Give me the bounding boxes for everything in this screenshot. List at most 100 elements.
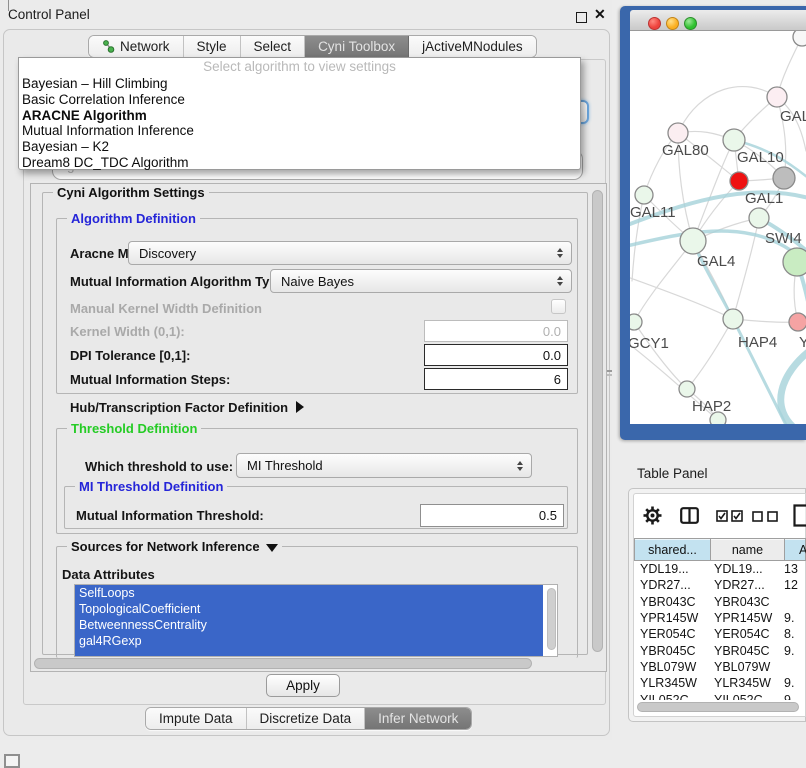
attribute-item-topologicalcoefficient[interactable]: TopologicalCoefficient — [75, 601, 543, 617]
network-edge[interactable] — [634, 322, 687, 389]
table-panel-title: Table Panel — [637, 466, 708, 481]
close-icon[interactable]: ✕ — [594, 6, 606, 23]
mi-steps-field[interactable]: 6 — [424, 368, 568, 390]
list-scrollbar[interactable] — [547, 588, 556, 650]
node-gal80[interactable] — [668, 123, 688, 143]
settings-vertical-scrollbar[interactable] — [592, 190, 603, 652]
aracne-mode-combo[interactable]: Discovery — [128, 241, 572, 265]
algorithm-dropdown-popup: Select algorithm to view settings Bayesi… — [18, 57, 581, 170]
table-cell: 12 — [784, 578, 806, 592]
attribute-item-betweennesscentrality[interactable]: BetweennessCentrality — [75, 617, 543, 633]
minimize-traffic-icon[interactable] — [666, 17, 679, 30]
cyni-group-title: Cyni Algorithm Settings — [53, 185, 209, 200]
close-traffic-icon[interactable] — [648, 17, 661, 30]
node-salmon[interactable] — [789, 313, 806, 331]
table-cell: 13 — [784, 562, 806, 576]
node-gal11[interactable] — [635, 186, 653, 204]
float-panel-icon[interactable] — [576, 12, 587, 23]
node-label-swi4: SWI4 — [765, 230, 802, 247]
node-big-green[interactable] — [783, 248, 806, 276]
zoom-traffic-icon[interactable] — [684, 17, 697, 30]
which-threshold-value: MI Threshold — [247, 458, 323, 473]
column-header-name[interactable]: name — [710, 538, 785, 561]
network-icon — [102, 40, 115, 53]
tab-jactivemnodules[interactable]: jActiveMNodules — [409, 36, 536, 57]
table-row[interactable]: YDR27...YDR27...12 — [634, 577, 806, 593]
node-hap2[interactable] — [679, 381, 695, 397]
table-row[interactable]: YBR043CYBR043C — [634, 594, 806, 610]
file-icon[interactable] — [793, 504, 806, 527]
node-gcy1[interactable] — [630, 314, 642, 330]
node-gray[interactable] — [773, 167, 795, 189]
tab-select[interactable]: Select — [241, 36, 306, 57]
column-header-partial[interactable]: A — [784, 538, 806, 561]
unchecked-boxes-icon[interactable] — [752, 511, 779, 522]
network-canvas[interactable]: GALGAL80GAL10GAL1GAL11SWI4GAL4GCY1HAP4YH… — [630, 31, 806, 424]
panel-splitter-handle[interactable] — [606, 369, 613, 377]
data-attributes-list[interactable]: SelfLoopsTopologicalCoefficientBetweenne… — [74, 584, 558, 657]
dpi-tolerance-field[interactable]: 0.0 — [424, 344, 568, 366]
dropdown-item-basic-correlation-inference[interactable]: Basic Correlation Inference — [19, 92, 580, 108]
table-row[interactable]: YDL19...YDL19...13 — [634, 561, 806, 577]
network-window-titlebar[interactable] — [630, 10, 806, 31]
tab-style[interactable]: Style — [184, 36, 241, 57]
dropdown-item-aracne-algorithm[interactable]: ARACNE Algorithm — [19, 108, 580, 124]
table-horizontal-scrollbar[interactable] — [637, 702, 799, 712]
network-edge[interactable] — [634, 241, 693, 322]
node-pink-top[interactable] — [767, 87, 787, 107]
tab-discretize-data[interactable]: Discretize Data — [247, 708, 366, 729]
dropdown-item-dream8-dc-tdc-algorithm[interactable]: Dream8 DC_TDC Algorithm — [19, 155, 580, 171]
tab-cyni-toolbox[interactable]: Cyni Toolbox — [305, 36, 409, 57]
node-hap4[interactable] — [723, 309, 743, 329]
column-header-shared-name[interactable]: shared... — [634, 538, 711, 561]
settings-horizontal-scrollbar[interactable] — [34, 658, 532, 669]
dropdown-item-list: Bayesian – Hill ClimbingBasic Correlatio… — [19, 76, 580, 171]
manual-kernel-checkbox[interactable] — [551, 299, 566, 314]
apply-button[interactable]: Apply — [266, 674, 340, 697]
dropdown-item-bayesian-k2[interactable]: Bayesian – K2 — [19, 139, 580, 155]
sources-title-text: Sources for Network Inference — [71, 539, 260, 554]
hub-section-toggle[interactable]: Hub/Transcription Factor Definition — [70, 400, 304, 415]
dropdown-item-mutual-information-inference[interactable]: Mutual Information Inference — [19, 123, 580, 139]
checked-boxes-icon[interactable] — [716, 510, 744, 522]
mi-threshold-field[interactable]: 0.5 — [420, 504, 564, 527]
node-label-gal80: GAL80 — [662, 142, 709, 159]
manual-kernel-label: Manual Kernel Width Definition — [70, 301, 262, 316]
table-cell: 9. — [784, 676, 806, 690]
tab-infer-network[interactable]: Infer Network — [365, 708, 471, 729]
network-edge[interactable] — [687, 319, 733, 389]
table-row[interactable]: YPR145WYPR145W9. — [634, 610, 806, 626]
dropdown-item-bayesian-hill-climbing[interactable]: Bayesian – Hill Climbing — [19, 76, 580, 92]
combo-arrows-icon — [557, 242, 563, 264]
minimized-panel-icon[interactable] — [4, 754, 20, 768]
collapse-down-icon — [266, 544, 278, 552]
attribute-item-selfloops[interactable]: SelfLoops — [75, 585, 543, 601]
table-cell: YPR145W — [634, 611, 710, 625]
node-gal4[interactable] — [680, 228, 706, 254]
table-row[interactable]: YER054CYER054C8. — [634, 626, 806, 642]
node-swi4[interactable] — [749, 208, 769, 228]
table-body[interactable]: YDL19...YDL19...13YDR27...YDR27...12YBR0… — [634, 561, 806, 700]
attribute-item-partial[interactable] — [75, 649, 543, 657]
split-columns-icon[interactable] — [680, 507, 699, 524]
table-row[interactable]: YBL079WYBL079W — [634, 659, 806, 675]
table-row[interactable]: YBR045CYBR045C9. — [634, 642, 806, 658]
network-edge[interactable] — [630, 276, 733, 319]
gear-icon[interactable] — [643, 506, 662, 525]
mi-type-combo[interactable]: Naive Bayes — [270, 269, 572, 293]
table-cell: YDR27... — [710, 578, 784, 592]
table-row[interactable]: YIL052CYIL052C9 — [634, 691, 806, 700]
tab-label: Style — [197, 39, 227, 54]
tab-network[interactable]: Network — [89, 36, 184, 57]
table-row[interactable]: YLR345WYLR345W9. — [634, 675, 806, 691]
tab-impute-data[interactable]: Impute Data — [146, 708, 247, 729]
node-gal1[interactable] — [730, 172, 748, 190]
sources-group-title[interactable]: Sources for Network Inference — [67, 539, 282, 554]
attribute-item-gal4rgexp[interactable]: gal4RGexp — [75, 633, 543, 649]
node-gal10[interactable] — [723, 129, 745, 151]
kernel-width-field[interactable]: 0.0 — [424, 320, 568, 342]
network-edge[interactable] — [781, 349, 806, 424]
tab-label: Discretize Data — [260, 711, 352, 726]
which-threshold-combo[interactable]: MI Threshold — [236, 453, 532, 478]
node-top-right[interactable] — [793, 31, 806, 46]
